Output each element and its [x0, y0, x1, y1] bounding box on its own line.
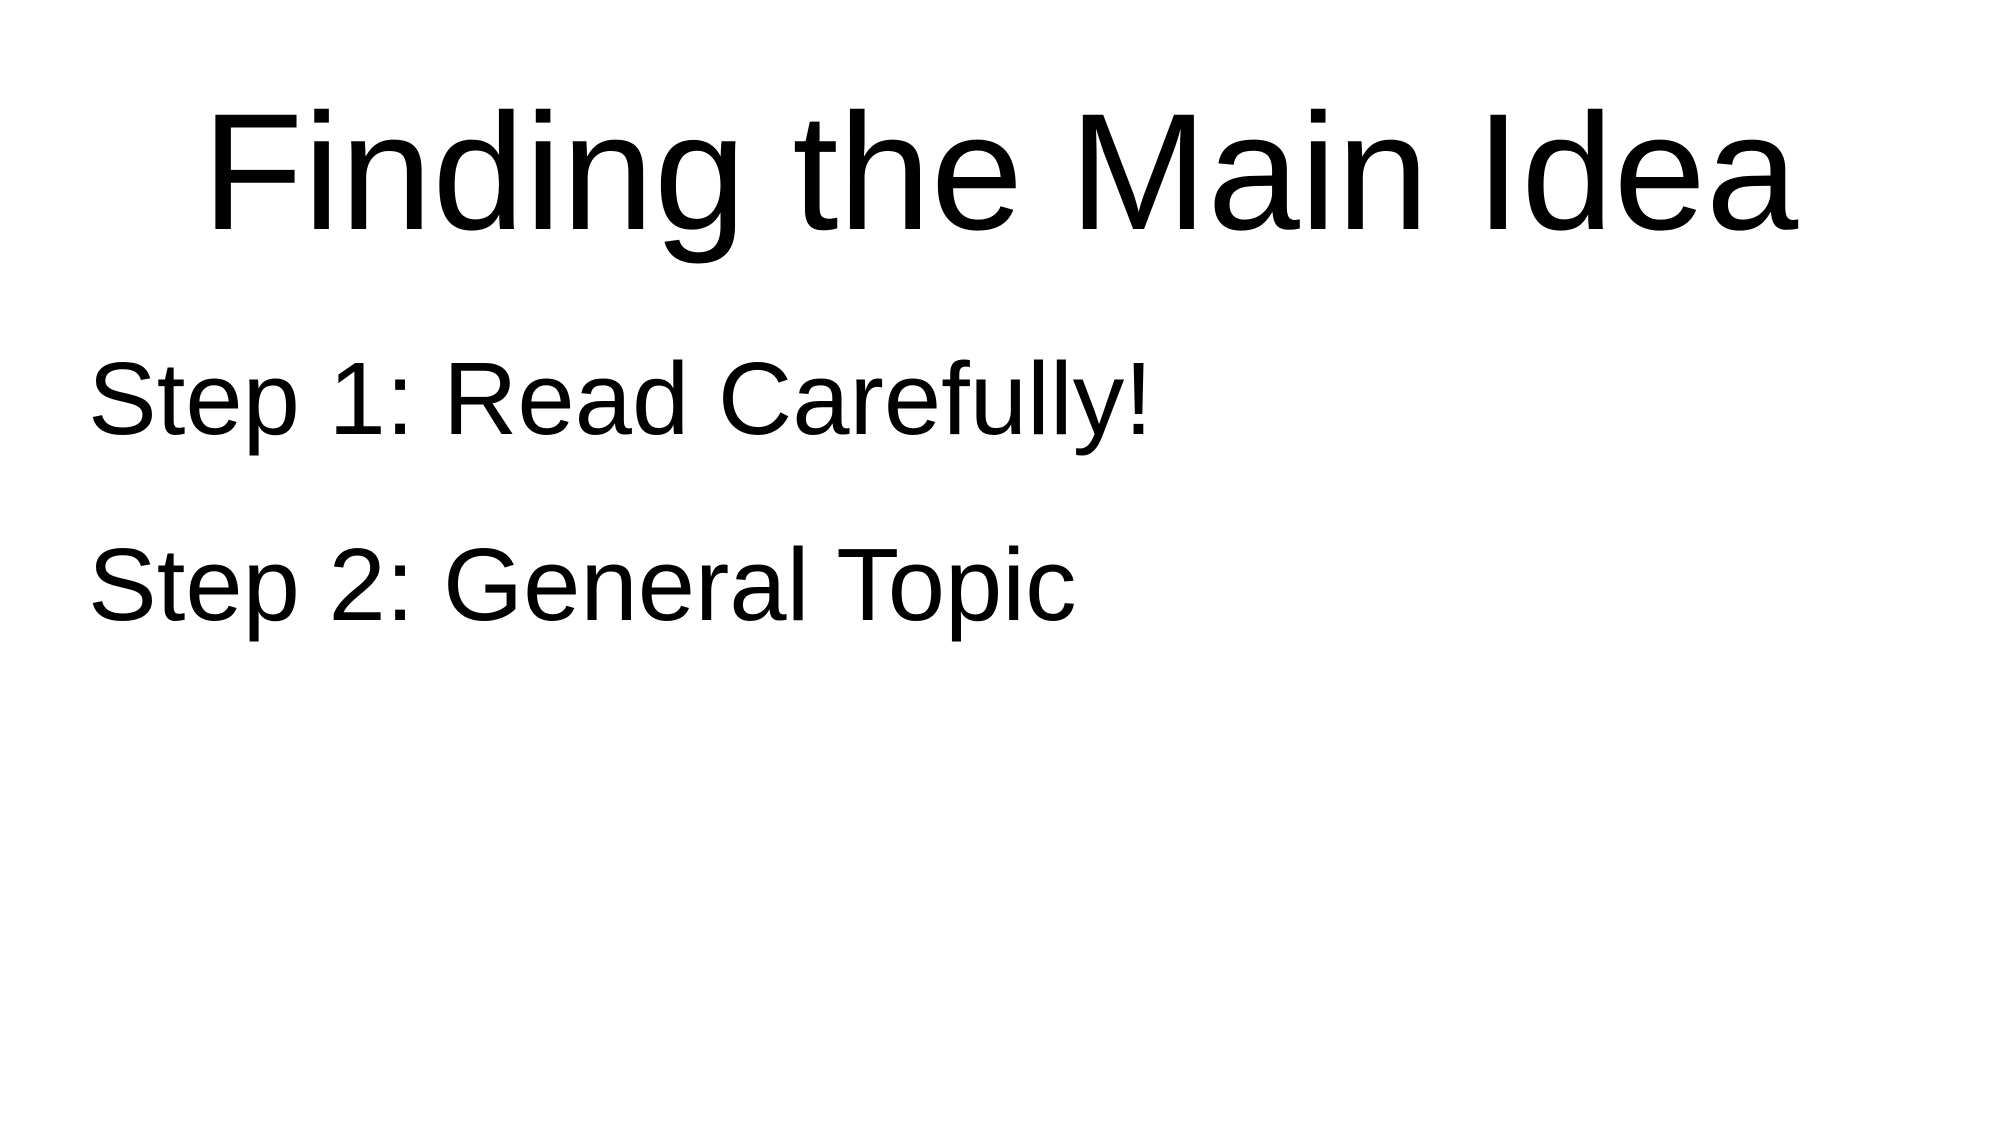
- slide: Finding the Main Idea Step 1: Read Caref…: [0, 0, 2000, 1125]
- step-item: Step 2: General Topic: [88, 527, 1077, 642]
- slide-title: Finding the Main Idea: [201, 80, 1799, 265]
- step-item: Step 1: Read Carefully!: [88, 341, 1153, 456]
- steps-list: Step 1: Read Carefully! Step 2: General …: [88, 340, 1153, 712]
